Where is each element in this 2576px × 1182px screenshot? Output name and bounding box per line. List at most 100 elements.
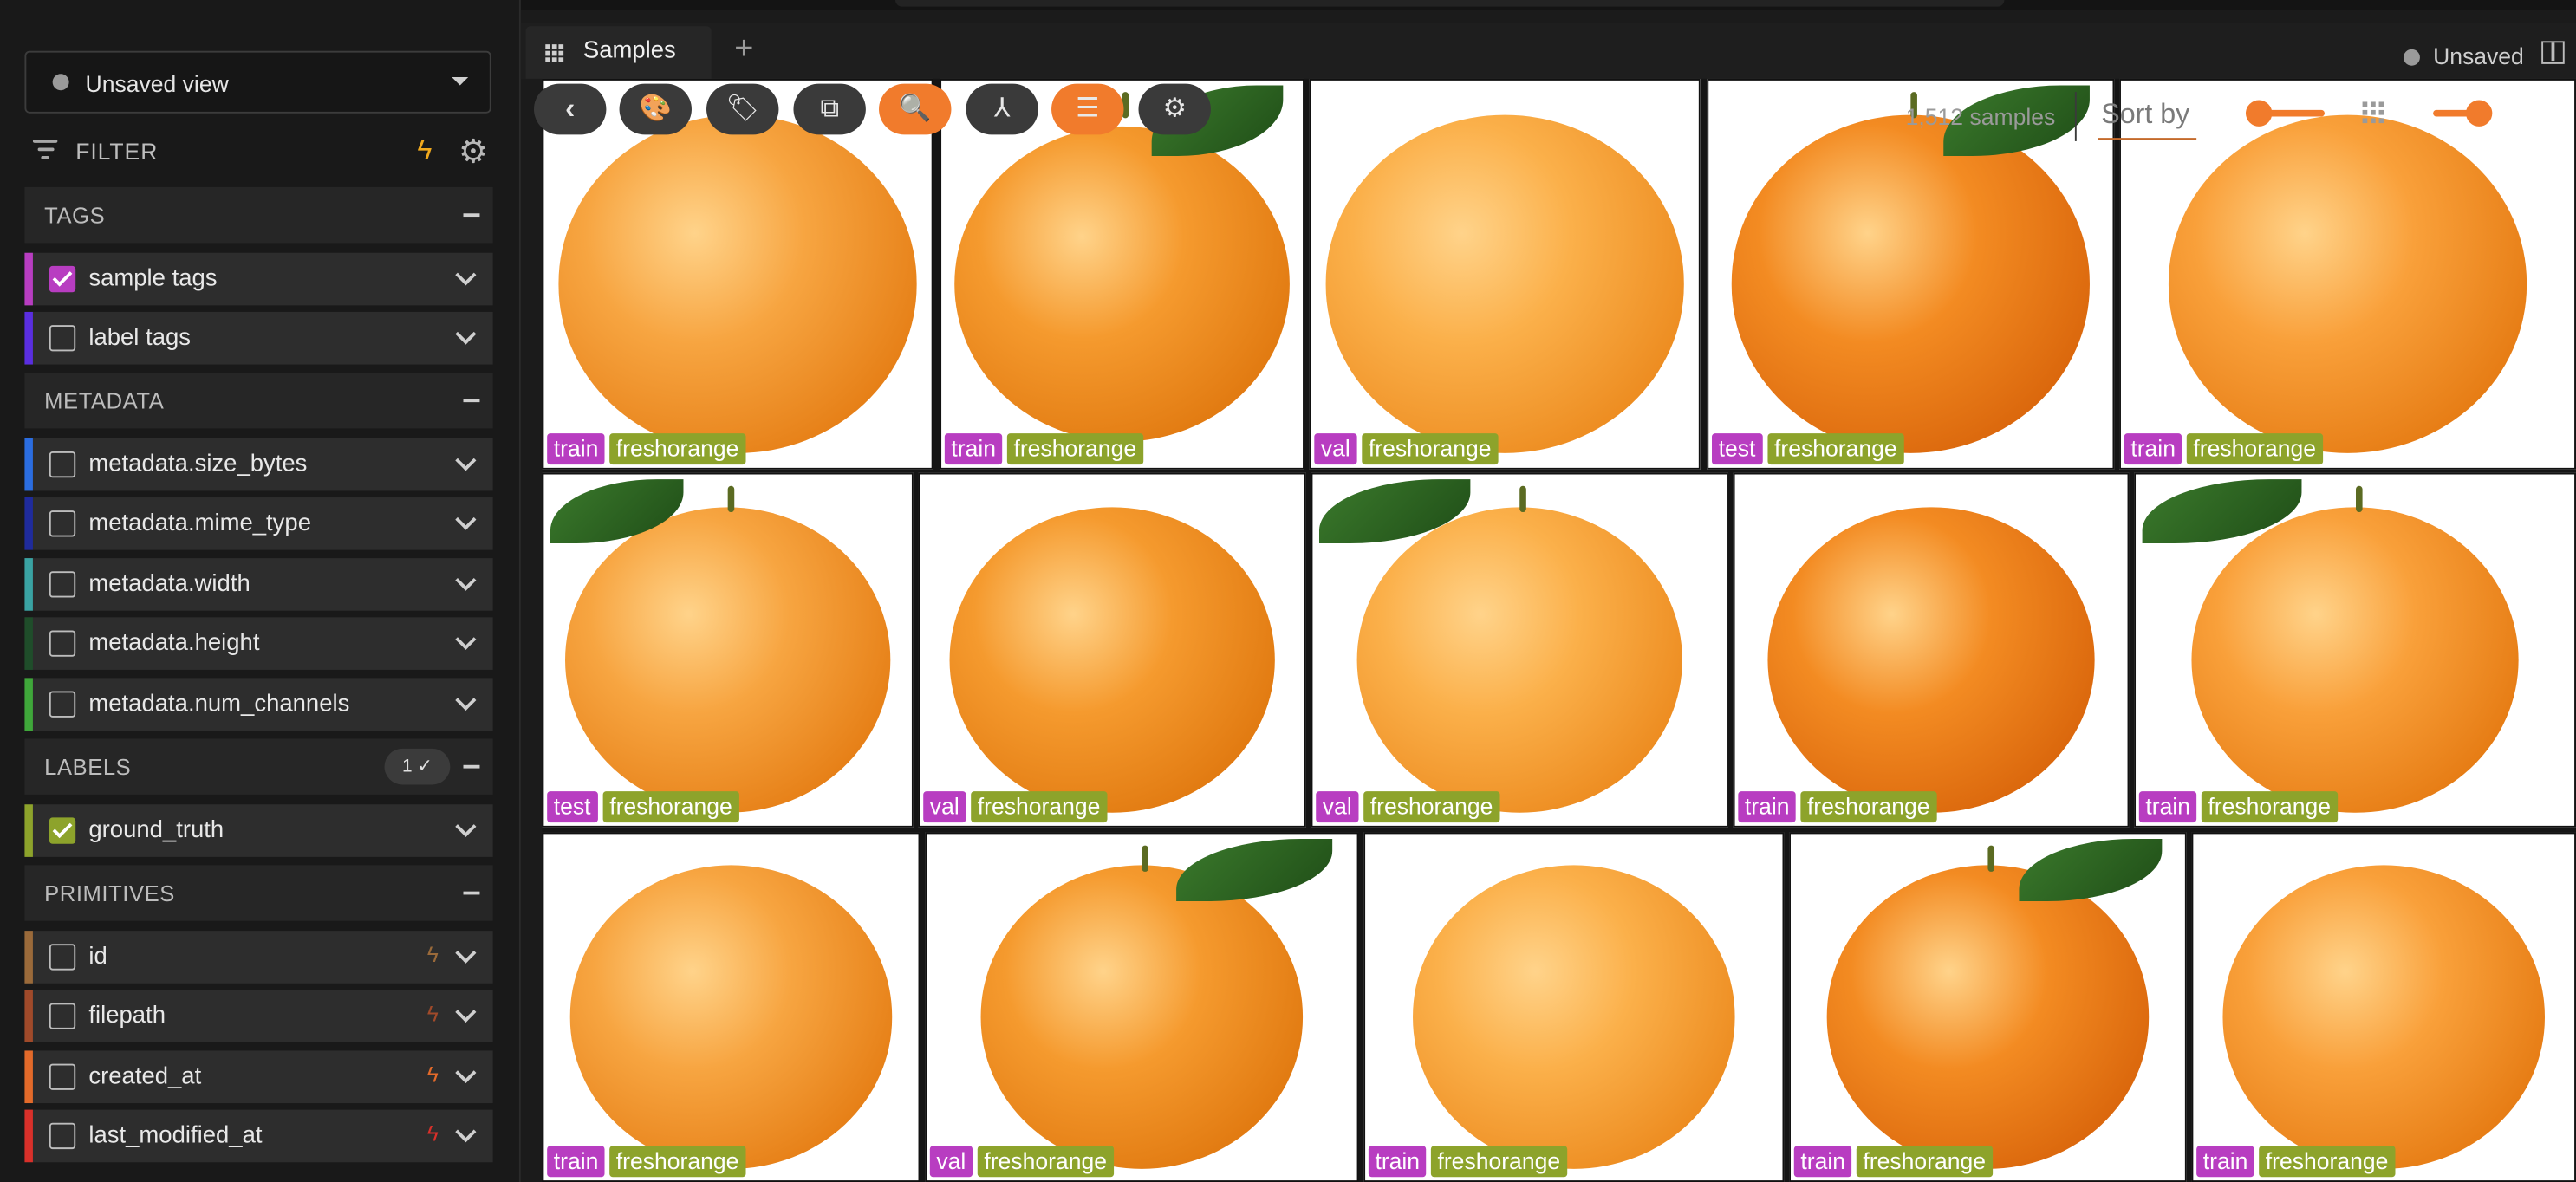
chevron-down-icon[interactable] [455,323,477,345]
collapse-icon[interactable] [463,764,480,769]
field-checkbox[interactable] [49,571,76,598]
field-row[interactable]: sample tags [24,252,493,306]
collapse-icon[interactable] [463,213,480,218]
tab-samples[interactable]: Samples [525,26,712,79]
chevron-down-icon[interactable] [455,1121,477,1143]
field-row[interactable]: created_at ϟ [24,1050,493,1104]
field-checkbox[interactable] [49,1063,76,1090]
split-tag: train [1738,791,1797,823]
field-checkbox[interactable] [49,817,76,844]
sample-tile[interactable]: val freshorange [1309,78,1701,470]
chevron-down-icon[interactable] [455,1062,477,1084]
orange-image [2222,866,2545,1169]
sample-tile[interactable]: test freshorange [1707,78,2115,470]
sample-tile[interactable]: train freshorange [542,832,920,1182]
field-row[interactable]: filepath ϟ [24,990,493,1042]
add-tab-button[interactable]: + [734,31,753,69]
field-color-stripe [24,617,33,670]
section-primitives-label: PRIMITIVES [44,881,175,906]
grid-size-slider-handle[interactable] [2465,100,2493,127]
palette-icon[interactable]: 🎨 [619,83,692,135]
field-checkbox[interactable] [49,510,76,537]
zoom-slider-handle[interactable] [2246,100,2273,127]
field-checkbox[interactable] [49,1122,76,1150]
split-tag: train [944,433,1003,465]
field-row[interactable]: metadata.height [24,617,493,670]
view-status-dot [52,74,69,91]
view-selector[interactable]: Unsaved view [24,50,491,114]
section-metadata[interactable]: METADATA [24,373,493,429]
field-checkbox[interactable] [49,1003,76,1029]
chevron-down-icon[interactable] [455,264,477,286]
lightning-icon[interactable]: ϟ [427,1002,439,1026]
field-row[interactable]: last_modified_at ϟ [24,1109,493,1163]
field-row[interactable]: label tags [24,311,493,365]
section-labels[interactable]: LABELS 1 ✓ [24,738,493,795]
sample-tile[interactable]: train freshorange [940,78,1304,470]
sort-by-button[interactable]: Sort by [2101,99,2189,132]
collapse-icon[interactable] [463,399,480,403]
stem-image [1987,845,1995,872]
chevron-down-icon[interactable] [455,1001,477,1023]
field-row[interactable]: ground_truth [24,804,493,857]
field-checkbox[interactable] [49,451,76,478]
chevron-down-icon[interactable] [455,942,477,964]
field-row[interactable]: metadata.size_bytes [24,438,493,491]
collapse-icon[interactable] [463,891,480,895]
settings-gear-icon[interactable]: ⚙ [1138,83,1211,135]
back-button[interactable]: ‹ [534,83,607,135]
split-tag: val [929,1146,973,1178]
tag-icon[interactable]: 🏷 [706,83,779,135]
field-row[interactable]: metadata.num_channels [24,678,493,731]
filter-settings-gear-icon[interactable]: ⚙ [459,132,488,172]
chevron-down-icon[interactable] [455,569,477,591]
lightning-icon[interactable]: ϟ [427,942,439,966]
sample-tile[interactable]: train freshorange [1733,472,2130,828]
grid-size-icon[interactable] [2362,101,2386,125]
sample-tile[interactable]: val freshorange [925,832,1359,1182]
split-tag: train [547,1146,605,1178]
leaf-image [2020,839,2163,902]
zoom-slider[interactable] [2246,100,2325,127]
field-row[interactable]: metadata.mime_type [24,497,493,550]
field-checkbox[interactable] [49,325,76,352]
sample-tile[interactable]: val freshorange [1311,472,1728,828]
chevron-down-icon[interactable] [455,509,477,530]
split-layout-icon[interactable] [2541,41,2565,64]
lightning-icon[interactable]: ϟ [427,1062,439,1087]
sample-tile[interactable]: val freshorange [918,472,1306,828]
field-checkbox[interactable] [49,944,76,971]
patches-icon[interactable]: ⧉ [793,83,866,135]
merge-icon[interactable]: ⅄ [966,83,1038,135]
list-icon[interactable]: ☰ [1051,83,1124,135]
sample-tile[interactable]: train freshorange [2134,472,2576,828]
field-row[interactable]: id ϟ [24,931,493,984]
lightning-icon[interactable]: ϟ [427,1121,439,1146]
sample-tile[interactable]: train freshorange [2191,832,2576,1182]
chevron-down-icon[interactable] [455,689,477,711]
chevron-down-icon[interactable] [455,450,477,471]
grid-size-slider[interactable] [2433,100,2493,127]
orange-image [1826,866,2150,1169]
orange-image [569,866,893,1169]
search-icon[interactable]: 🔍 [879,83,952,135]
sample-tile[interactable]: train freshorange [1363,832,1785,1182]
sample-tile[interactable]: test freshorange [542,472,914,828]
orange-image [1413,866,1735,1169]
chevron-down-icon[interactable] [455,815,477,837]
field-checkbox[interactable] [49,630,76,657]
label-tag: freshorange [2259,1146,2395,1178]
field-checkbox[interactable] [49,265,76,293]
section-primitives[interactable]: PRIMITIVES [24,865,493,921]
labels-count-badge[interactable]: 1 ✓ [384,748,451,785]
chevron-down-icon[interactable] [455,628,477,650]
sample-tile[interactable]: train freshorange [1789,832,2187,1182]
split-tag: test [547,791,598,823]
field-row[interactable]: metadata.width [24,558,493,611]
split-tag: test [1712,433,1762,465]
sample-tile[interactable]: train freshorange [542,78,933,470]
orange-image [1730,114,2091,453]
section-tags[interactable]: TAGS [24,186,493,244]
lightning-icon[interactable]: ϟ [417,134,432,167]
field-checkbox[interactable] [49,691,76,718]
